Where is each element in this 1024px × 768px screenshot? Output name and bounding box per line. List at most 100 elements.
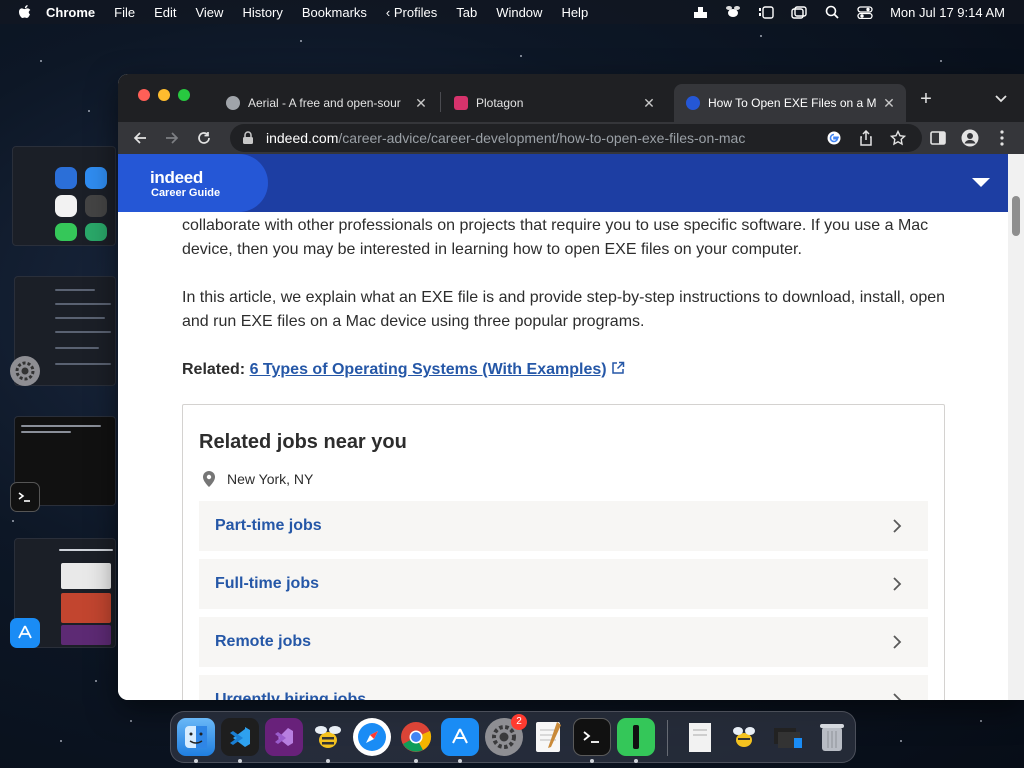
logo-word: indeed [150, 168, 203, 187]
stage-thumb-launchpad[interactable] [12, 146, 116, 246]
app-thumb-icon [85, 167, 107, 189]
reload-button[interactable] [194, 128, 214, 148]
apple-icon[interactable] [18, 4, 32, 20]
tab-indeed-active[interactable]: How To Open EXE Files on a M ✕ [674, 84, 906, 122]
indeed-logo[interactable]: indeed Career Guide [118, 154, 268, 212]
menu-clock[interactable]: Mon Jul 17 9:14 AM [890, 5, 1005, 20]
aerial-favicon [226, 96, 240, 110]
safari-icon[interactable] [353, 718, 391, 756]
close-tab-icon[interactable]: ✕ [642, 95, 656, 112]
menu-edit[interactable]: Edit [154, 5, 176, 20]
lock-icon[interactable] [242, 131, 256, 145]
more-menu-icon[interactable] [992, 128, 1012, 148]
tab-aerial[interactable]: Aerial - A free and open-sour ✕ [214, 84, 438, 122]
downloads-stack-icon[interactable] [769, 718, 807, 756]
forward-button[interactable] [162, 128, 182, 148]
menu-bookmarks[interactable]: Bookmarks [302, 5, 367, 20]
document-stack-icon[interactable] [681, 718, 719, 756]
dropbox-icon[interactable] [692, 5, 708, 19]
system-settings-dock-icon[interactable]: 2 [485, 714, 527, 756]
bee-app-icon[interactable] [309, 718, 347, 756]
menu-app-name[interactable]: Chrome [46, 5, 95, 20]
calendar-icon [55, 195, 77, 217]
close-tab-icon[interactable]: ✕ [414, 95, 428, 112]
related-article: Related: 6 Types of Operating Systems (W… [182, 358, 952, 382]
bee-icon[interactable] [725, 5, 741, 19]
chevron-right-icon [892, 635, 906, 649]
app-thumb-icon [85, 195, 107, 217]
page-scrollbar[interactable] [1008, 154, 1024, 700]
url-host: indeed.com [266, 130, 339, 146]
textedit-icon[interactable] [529, 718, 567, 756]
site-header: indeed Career Guide [118, 154, 1008, 212]
zoom-window-button[interactable] [178, 89, 190, 101]
terminal-icon[interactable] [10, 482, 40, 512]
control-center-icon[interactable] [857, 5, 873, 19]
header-menu-caret-icon[interactable] [972, 178, 990, 187]
menu-help[interactable]: Help [561, 5, 588, 20]
close-window-button[interactable] [138, 89, 150, 101]
chevron-right-icon [892, 577, 906, 591]
dock-separator [667, 720, 668, 756]
chevron-right-icon [892, 519, 906, 533]
app-thumb-icon [55, 167, 77, 189]
new-tab-button[interactable]: + [916, 88, 936, 111]
job-row-urgent[interactable]: Urgently hiring jobs [199, 675, 928, 700]
tab-title: Plotagon [476, 96, 524, 110]
article-paragraph: collaborate with other professionals on … [182, 217, 929, 258]
scrollbar-thumb[interactable] [1012, 196, 1020, 236]
location-text: New York, NY [227, 471, 314, 487]
jobs-location: New York, NY [203, 471, 313, 487]
menu-tab[interactable]: Tab [456, 5, 477, 20]
chrome-icon[interactable] [397, 718, 435, 756]
related-article-link[interactable]: 6 Types of Operating Systems (With Examp… [250, 361, 607, 378]
tab-search-chevron-icon[interactable] [994, 90, 1010, 106]
settings-badge: 2 [511, 714, 527, 730]
job-row-remote[interactable]: Remote jobs [199, 617, 928, 667]
menu-file[interactable]: File [114, 5, 135, 20]
share-icon[interactable] [856, 128, 876, 148]
vscode-icon[interactable] [221, 718, 259, 756]
tab-title: Aerial - A free and open-sour [248, 96, 401, 110]
terminal-dock-icon[interactable] [573, 718, 611, 756]
profile-avatar-icon[interactable] [960, 128, 980, 148]
minimize-window-button[interactable] [158, 89, 170, 101]
menu-history[interactable]: History [242, 5, 282, 20]
system-settings-icon[interactable] [10, 356, 40, 386]
finder-icon[interactable] [177, 718, 215, 756]
back-button[interactable] [130, 128, 150, 148]
plotagon-favicon [454, 96, 468, 110]
address-bar[interactable]: indeed.com/career-advice/career-developm… [230, 124, 922, 152]
bookmark-star-icon[interactable] [888, 128, 908, 148]
app-thumb-icon [85, 223, 107, 241]
app-store-dock-icon[interactable] [441, 718, 479, 756]
job-row-label: Urgently hiring jobs [215, 691, 367, 700]
menu-window[interactable]: Window [496, 5, 542, 20]
job-row-label: Remote jobs [215, 633, 312, 650]
bee-doc-icon[interactable] [725, 718, 763, 756]
stage-manager-icon[interactable] [758, 5, 774, 19]
external-link-icon[interactable] [611, 361, 625, 378]
trash-icon[interactable] [813, 718, 851, 756]
job-row-label: Full-time jobs [215, 575, 319, 592]
screen-mirror-icon[interactable] [791, 5, 807, 19]
google-lens-icon[interactable] [824, 128, 844, 148]
web-page: indeed Career Guide collaborate with oth… [118, 154, 1024, 700]
visual-studio-icon[interactable] [265, 718, 303, 756]
tab-title: How To Open EXE Files on a M [708, 96, 876, 110]
close-tab-icon[interactable]: ✕ [882, 95, 896, 112]
job-row-part-time[interactable]: Part-time jobs [199, 501, 928, 551]
dock: 2 [170, 711, 856, 763]
side-panel-icon[interactable] [928, 128, 948, 148]
menu-profiles[interactable]: ‹ Profiles [386, 5, 437, 20]
app-thumb-icon [55, 223, 77, 241]
related-label: Related: [182, 361, 246, 378]
app-store-icon[interactable] [10, 618, 40, 648]
search-icon[interactable] [824, 5, 840, 19]
tab-plotagon[interactable]: Plotagon ✕ [442, 84, 666, 122]
menu-view[interactable]: View [195, 5, 223, 20]
green-app-icon[interactable] [617, 718, 655, 756]
indeed-favicon [686, 96, 700, 110]
job-row-full-time[interactable]: Full-time jobs [199, 559, 928, 609]
menu-bar: Chrome File Edit View History Bookmarks … [0, 0, 1024, 24]
